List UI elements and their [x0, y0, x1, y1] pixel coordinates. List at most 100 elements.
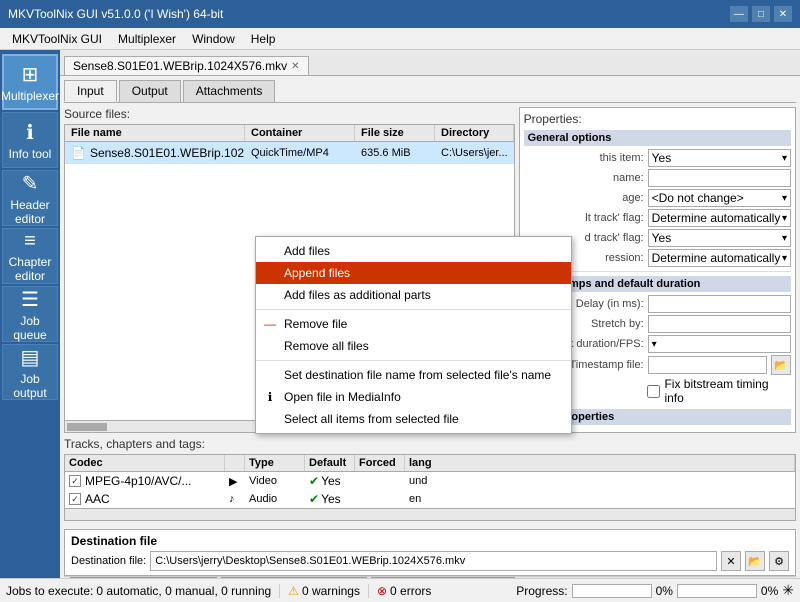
tracks-table-header: Codec Type Default Forced lang — [65, 455, 795, 472]
ctx-add-files-label: Add files — [284, 244, 330, 258]
ctx-select-all[interactable]: Select all items from selected file — [256, 408, 571, 430]
prop-value-3[interactable]: Determine automatically — [648, 209, 791, 227]
ctx-select-all-label: Select all items from selected file — [284, 412, 459, 426]
bottom-toolbar: + + Add source files ▾ ▶ Start multiplex… — [64, 576, 796, 578]
warnings-value: 0 warnings — [302, 584, 360, 598]
timestamp-file-input[interactable] — [648, 356, 767, 374]
sidebar-label-joboutput: Job output — [3, 372, 57, 400]
col-directory: Directory — [435, 125, 514, 141]
prop-input-1[interactable] — [648, 169, 791, 187]
file-table-header: File name Container File size Directory — [65, 125, 514, 142]
job-output-icon: ▤ — [21, 345, 40, 370]
prop-row-0: this item: Yes — [524, 149, 791, 167]
file-row[interactable]: 📄 Sense8.S01E01.WEBrip.102... QuickTime/… — [65, 142, 514, 164]
menu-item-gui[interactable]: MKVToolNix GUI — [4, 30, 110, 48]
prop-value-0[interactable]: Yes — [648, 149, 791, 167]
ctx-set-destination[interactable]: Set destination file name from selected … — [256, 364, 571, 386]
menu-item-multiplexer[interactable]: Multiplexer — [110, 30, 184, 48]
main-panel: Input Output Attachments Source files: F… — [60, 76, 800, 578]
ctx-add-additional[interactable]: Add files as additional parts — [256, 284, 571, 306]
maximize-button[interactable]: □ — [752, 6, 770, 22]
dest-extra-btn[interactable]: ⚙ — [769, 551, 789, 571]
errors-value: 0 errors — [390, 584, 431, 598]
col-filesize: File size — [355, 125, 435, 141]
add-job-group: ⊕ Add to job queue ▾ — [371, 577, 516, 578]
prop-label-1: name: — [524, 172, 644, 184]
tracks-panel: Codec Type Default Forced lang — [64, 454, 796, 509]
track-checkbox-video[interactable] — [69, 475, 81, 487]
minimize-button[interactable]: — — [730, 6, 748, 22]
prop-value-4[interactable]: Yes — [648, 229, 791, 247]
ctx-remove-all[interactable]: Remove all files — [256, 335, 571, 357]
fix-bitstream-label: Fix bitstream timing info — [664, 377, 791, 405]
prop-row-3: lt track' flag: Determine automatically — [524, 209, 791, 227]
status-bar: Jobs to execute: 0 automatic, 0 manual, … — [0, 578, 800, 602]
dest-browse-btn[interactable]: 📂 — [745, 551, 765, 571]
source-files-label: Source files: — [64, 107, 515, 121]
status-sep-1 — [279, 584, 280, 598]
header-editor-icon: ✎ — [22, 171, 39, 196]
tracks-scrollbar[interactable] — [64, 509, 796, 521]
track-type-video: Video — [245, 474, 305, 488]
progress-value-1: 0% — [656, 584, 673, 598]
progress-section: Progress: 0% 0% ✳ — [516, 582, 794, 599]
chapter-editor-icon: ≡ — [24, 230, 36, 253]
default-duration-select[interactable] — [648, 335, 791, 353]
timestamp-browse-btn[interactable]: 📂 — [771, 355, 791, 375]
sidebar-item-multiplexer[interactable]: ⊞ Multiplexer — [2, 54, 58, 110]
jobs-value: 0 automatic, 0 manual, 0 running — [96, 584, 271, 598]
sidebar-label-multiplexer: Multiplexer — [1, 89, 59, 103]
sidebar-item-header-editor[interactable]: ✎ Header editor — [2, 170, 58, 226]
fix-bitstream-checkbox[interactable] — [647, 385, 660, 398]
tab-output[interactable]: Output — [119, 80, 181, 102]
prop-label-0: this item: — [524, 152, 644, 164]
properties-title: Properties: — [524, 112, 791, 126]
ctx-append-files[interactable]: Append files — [256, 262, 571, 284]
ctx-set-destination-label: Set destination file name from selected … — [284, 368, 551, 382]
menu-item-window[interactable]: Window — [184, 30, 243, 48]
menu-item-help[interactable]: Help — [243, 30, 284, 48]
title-bar: MKVToolNix GUI v51.0.0 ('I Wish') 64-bit… — [0, 0, 800, 28]
context-menu: Add files Append files Add files as addi… — [255, 236, 572, 434]
tracks-row-audio[interactable]: AAC ♪ Audio ✔ Yes en — [65, 490, 795, 508]
general-options-title: General options — [524, 130, 791, 146]
destination-row: Destination file: ✕ 📂 ⚙ — [71, 551, 789, 571]
prop-value-2[interactable]: <Do not change> — [648, 189, 791, 207]
file-tabs: Sense8.S01E01.WEBrip.1024X576.mkv ✕ — [60, 50, 800, 76]
close-button[interactable]: ✕ — [774, 6, 792, 22]
sidebar-item-job-queue[interactable]: ☰ Job queue — [2, 286, 58, 342]
top-tabs: Input Output Attachments — [64, 80, 796, 103]
stretch-input[interactable] — [648, 315, 791, 333]
tracks-row-video[interactable]: MPEG-4p10/AVC/... ▶ Video ✔ Yes und — [65, 472, 795, 490]
track-default-video: ✔ Yes — [305, 473, 355, 489]
track-type-audio: Audio — [245, 492, 305, 506]
destination-input[interactable] — [150, 551, 717, 571]
ctx-remove-file[interactable]: — Remove file — [256, 313, 571, 335]
ctx-open-mediainfo[interactable]: ℹ Open file in MediaInfo — [256, 386, 571, 408]
prop-row-1: name: — [524, 169, 791, 187]
progress-value-2: 0% — [761, 584, 778, 598]
tab-attachments[interactable]: Attachments — [183, 80, 276, 102]
cell-filesize: 635.6 MiB — [355, 145, 435, 161]
file-tab[interactable]: Sense8.S01E01.WEBrip.1024X576.mkv ✕ — [64, 56, 309, 75]
sidebar-item-chapter-editor[interactable]: ≡ Chapter editor — [2, 228, 58, 284]
track-default-audio: ✔ Yes — [305, 491, 355, 507]
tab-input[interactable]: Input — [64, 80, 117, 102]
sidebar-item-job-output[interactable]: ▤ Job output — [2, 344, 58, 400]
track-checkbox-audio[interactable] — [69, 493, 81, 505]
track-lang-audio: en — [405, 492, 795, 506]
status-sep-2 — [368, 584, 369, 598]
file-tab-name: Sense8.S01E01.WEBrip.1024X576.mkv — [73, 59, 287, 73]
file-row-icon: 📄 — [71, 146, 86, 160]
dest-clear-btn[interactable]: ✕ — [721, 551, 741, 571]
ctx-add-files[interactable]: Add files — [256, 240, 571, 262]
errors-status: ⊗ 0 errors — [377, 584, 431, 598]
app-body: ⊞ Multiplexer ℹ Info tool ✎ Header edito… — [0, 50, 800, 578]
track-type-icon-video: ▶ — [225, 474, 245, 489]
prop-value-5[interactable]: Determine automatically — [648, 249, 791, 267]
track-lang-video: und — [405, 474, 795, 488]
sidebar-item-info-tool[interactable]: ℹ Info tool — [2, 112, 58, 168]
close-tab-icon[interactable]: ✕ — [291, 61, 299, 72]
start-mux-group: ▶ Start multiplexing ▾ — [221, 577, 367, 578]
delay-input[interactable] — [648, 295, 791, 313]
